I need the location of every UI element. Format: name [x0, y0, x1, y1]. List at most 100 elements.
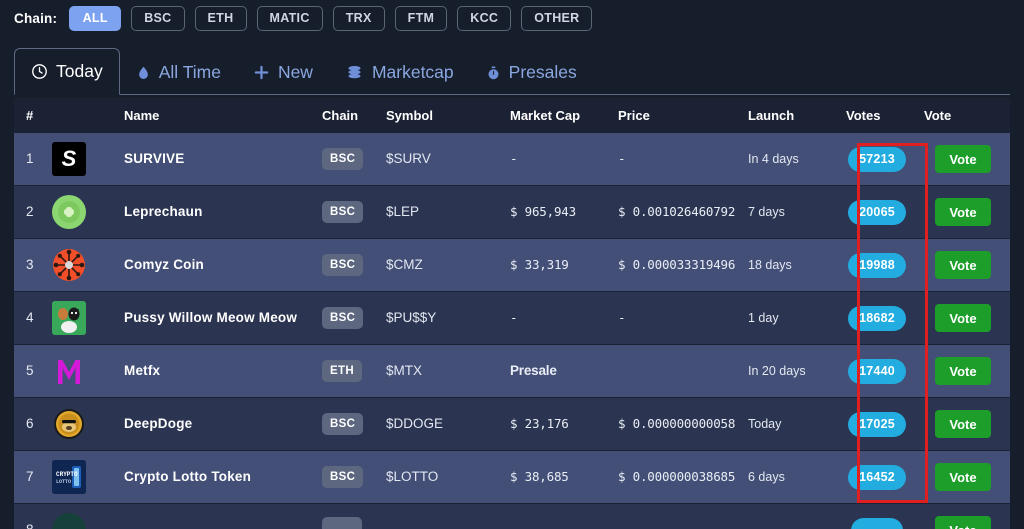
- votes-pill[interactable]: 57213: [848, 146, 906, 172]
- column-header-launch: Launch: [748, 108, 795, 123]
- table-row[interactable]: 5 Metfx ETH $MTX Presale In 20 days 1744…: [14, 345, 1010, 398]
- row-symbol: $SURV: [386, 151, 431, 166]
- row-launch: In 4 days: [748, 152, 799, 166]
- tab-marketcap[interactable]: Marketcap: [329, 50, 470, 95]
- column-header-chain: Chain: [322, 108, 359, 123]
- flame-icon: [136, 64, 151, 82]
- votes-pill[interactable]: 20065: [848, 199, 906, 225]
- comyz-logo: [52, 248, 86, 282]
- row-name: Comyz Coin: [124, 257, 205, 272]
- tab-bar: Today All Time New Marketcap Presales: [0, 43, 1024, 95]
- svg-text:CRYPTO: CRYPTO: [56, 471, 78, 478]
- votes-pill[interactable]: [851, 517, 903, 529]
- cryptolotto-logo: CRYPTO LOTTO: [52, 460, 86, 494]
- table-row[interactable]: 4 Pussy Willow Meow Meow BSC $PU$$Y - - …: [14, 292, 1010, 345]
- row-price: $ 0.001026460792: [618, 204, 736, 219]
- row-name: DeepDoge: [124, 416, 193, 431]
- coins-icon: [345, 64, 364, 81]
- vote-button[interactable]: Vote: [935, 357, 991, 385]
- column-header-mcap: Market Cap: [510, 108, 581, 123]
- vote-button[interactable]: Vote: [935, 463, 991, 491]
- chain-badge: BSC: [322, 413, 364, 435]
- chain-filter-matic[interactable]: MATIC: [256, 5, 323, 31]
- row-symbol: $LEP: [386, 204, 420, 219]
- row-symbol: $MTX: [386, 363, 423, 378]
- tab-today[interactable]: Today: [14, 48, 120, 95]
- row-symbol: $LOTTO: [386, 469, 439, 484]
- table-row[interactable]: 1 S SURVIVE BSC $SURV - - In 4 days 5721…: [14, 133, 1010, 186]
- row-market-cap: $ 23,176: [510, 416, 569, 431]
- column-header-symbol: Symbol: [386, 108, 433, 123]
- row-launch: 6 days: [748, 470, 785, 484]
- table-row[interactable]: 8 Vote: [14, 504, 1010, 529]
- partial-logo: [52, 513, 86, 529]
- vote-button[interactable]: Vote: [935, 251, 991, 279]
- row-market-cap: $ 965,943: [510, 204, 576, 219]
- chain-filter-kcc[interactable]: KCC: [457, 5, 512, 31]
- chain-filter-ftm[interactable]: FTM: [394, 5, 448, 31]
- column-header-name: Name: [124, 108, 160, 123]
- table-row[interactable]: 2 Leprechaun BSC $LEP $ 965,943 $ 0.0010…: [14, 186, 1010, 239]
- coin-ranking-table: # Name Chain Symbol Market Cap Price Lau…: [14, 98, 1010, 529]
- row-rank: 8: [26, 522, 34, 529]
- row-market-cap: Presale: [510, 363, 557, 378]
- row-rank: 3: [26, 257, 34, 272]
- svg-text:LOTTO: LOTTO: [56, 479, 71, 485]
- chain-filter-other[interactable]: OTHER: [521, 5, 593, 31]
- tab-all-time[interactable]: All Time: [120, 50, 237, 95]
- page-root: Chain: ALL BSC ETH MATIC TRX FTM KCC OTH…: [0, 0, 1024, 529]
- tab-presales-label: Presales: [508, 62, 577, 82]
- vote-button[interactable]: Vote: [935, 304, 991, 332]
- table-row[interactable]: 3 Comyz Coin BSC $CMZ $ 33,319 $ 0.00003…: [14, 239, 1010, 292]
- row-price: -: [618, 310, 626, 325]
- tab-marketcap-label: Marketcap: [371, 62, 454, 82]
- chain-badge: BSC: [322, 307, 364, 329]
- chain-badge: ETH: [322, 360, 362, 382]
- chain-badge: BSC: [322, 254, 364, 276]
- row-name: Pussy Willow Meow Meow: [124, 310, 298, 325]
- row-symbol: $CMZ: [386, 257, 423, 272]
- chain-filter-bsc[interactable]: BSC: [131, 5, 185, 31]
- tab-underline: [14, 94, 1010, 95]
- row-launch: 1 day: [748, 311, 779, 325]
- row-market-cap: -: [510, 151, 518, 166]
- chain-filter-eth[interactable]: ETH: [194, 5, 247, 31]
- votes-pill[interactable]: 19988: [848, 252, 906, 278]
- row-market-cap: $ 38,685: [510, 469, 569, 484]
- pussywillow-logo: [52, 301, 86, 335]
- tab-new[interactable]: New: [237, 50, 329, 95]
- clock-icon: [31, 63, 48, 80]
- votes-pill[interactable]: 17440: [848, 358, 906, 384]
- leprechaun-logo: [52, 195, 86, 229]
- deepdoge-logo: [52, 407, 86, 441]
- vote-button[interactable]: Vote: [935, 145, 991, 173]
- row-price: $ 0.000033319496: [618, 257, 736, 272]
- votes-pill[interactable]: 18682: [848, 305, 906, 331]
- table-header-row: # Name Chain Symbol Market Cap Price Lau…: [14, 98, 1010, 133]
- table-row[interactable]: 7 CRYPTO LOTTO Crypto Lotto Token BSC $LO…: [14, 451, 1010, 504]
- row-price: -: [618, 151, 626, 166]
- chain-filter-bar: Chain: ALL BSC ETH MATIC TRX FTM KCC OTH…: [0, 0, 1024, 36]
- vote-button[interactable]: Vote: [935, 410, 991, 438]
- row-rank: 6: [26, 416, 34, 431]
- tab-presales[interactable]: Presales: [470, 50, 593, 95]
- chain-filter-all[interactable]: ALL: [69, 5, 122, 31]
- vote-button[interactable]: Vote: [935, 198, 991, 226]
- metfx-logo: [52, 354, 86, 388]
- chain-badge: BSC: [322, 201, 364, 223]
- tab-today-label: Today: [56, 61, 103, 81]
- votes-pill[interactable]: 16452: [848, 464, 906, 490]
- column-header-price: Price: [618, 108, 650, 123]
- row-symbol: $PU$$Y: [386, 310, 437, 325]
- row-rank: 4: [26, 310, 34, 325]
- stopwatch-icon: [486, 64, 501, 82]
- vote-button[interactable]: Vote: [935, 516, 991, 529]
- votes-pill[interactable]: 17025: [848, 411, 906, 437]
- survive-logo: S: [52, 142, 86, 176]
- column-header-vote: Vote: [924, 108, 952, 123]
- chain-filter-trx[interactable]: TRX: [332, 5, 385, 31]
- tab-new-label: New: [277, 62, 313, 82]
- row-price: $ 0.000000038685: [618, 469, 736, 484]
- column-header-rank: #: [26, 108, 34, 123]
- table-row[interactable]: 6 DeepDoge BSC $DDOGE $ 23,176 $ 0.00000…: [14, 398, 1010, 451]
